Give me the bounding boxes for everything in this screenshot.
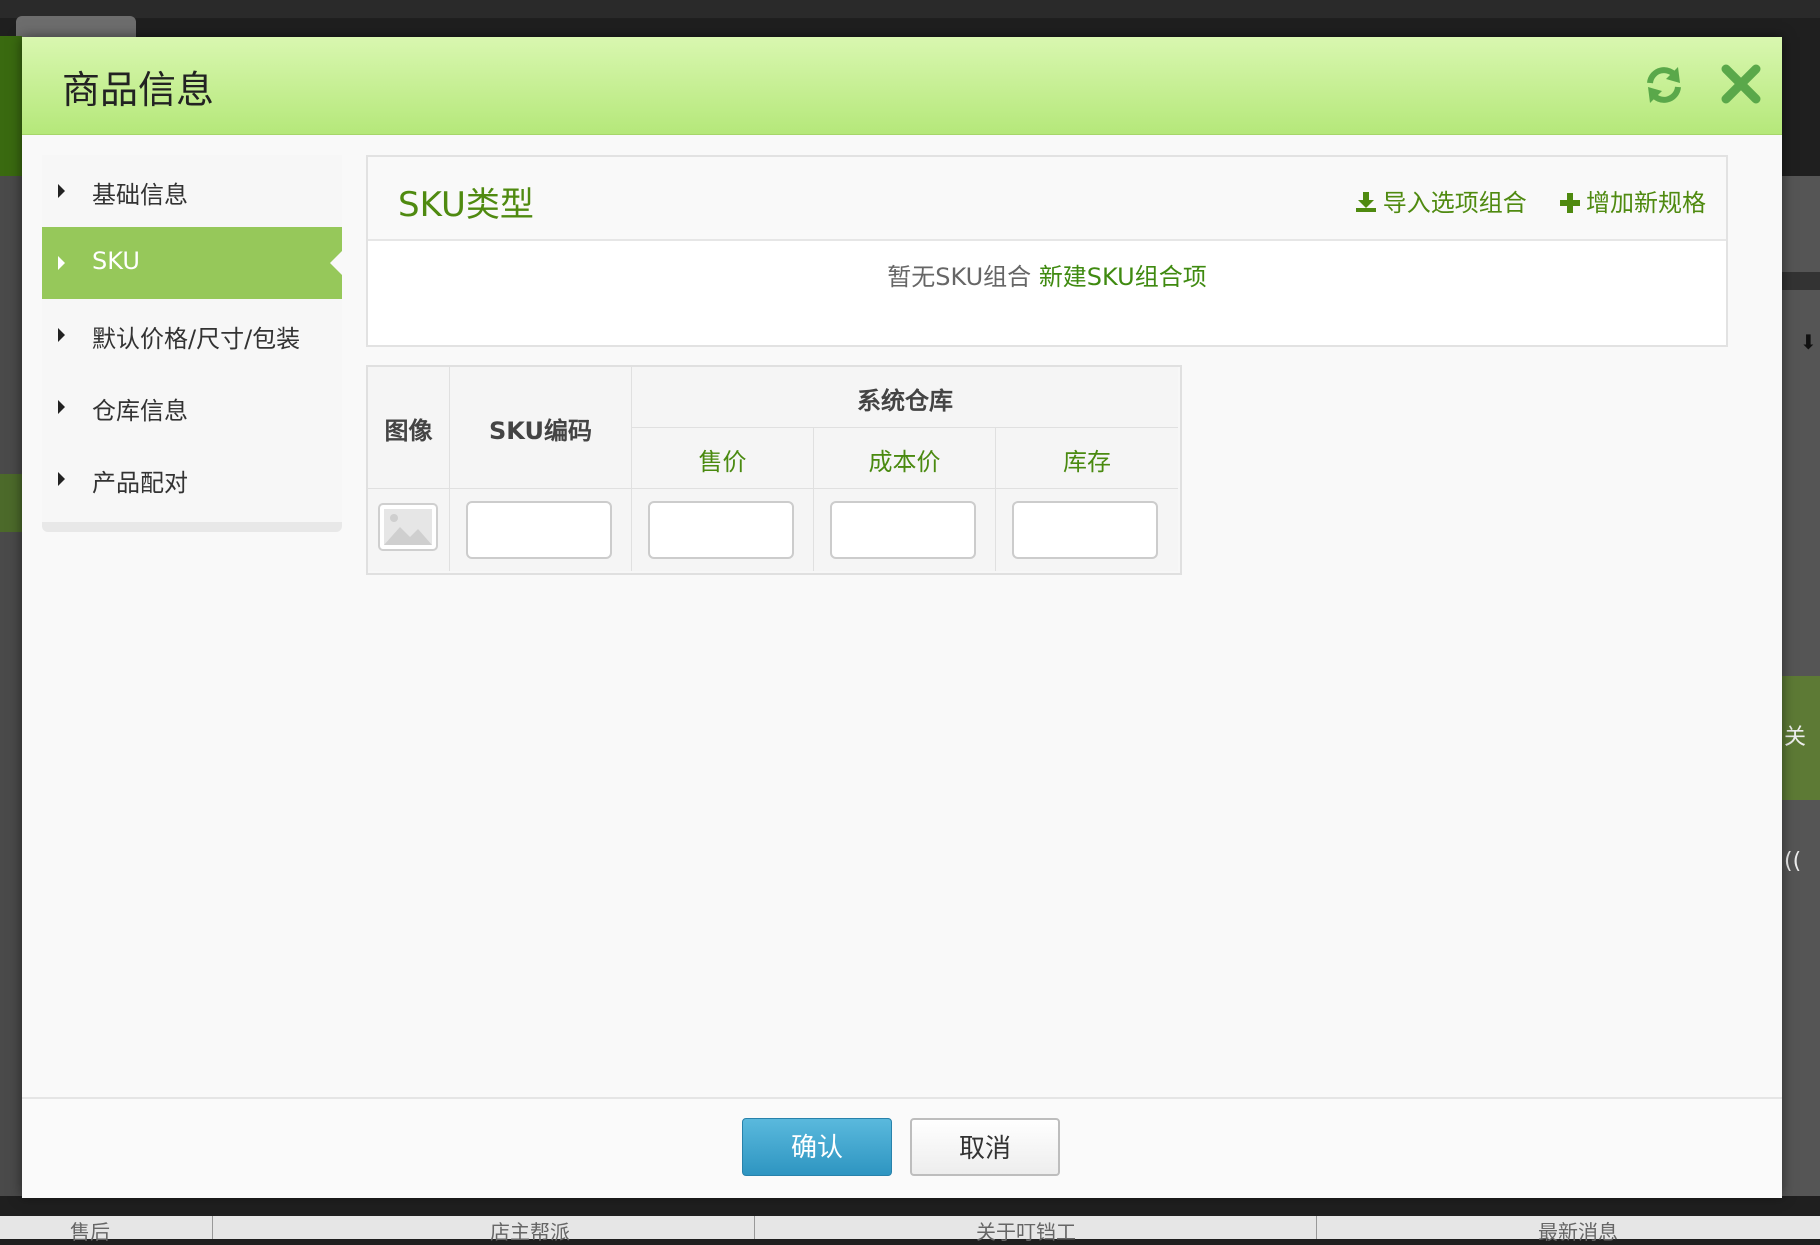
sidebar-item-sku[interactable]: SKU: [42, 227, 342, 300]
table-header-image: 图像: [368, 367, 450, 489]
sidebar-item-label: 产品配对: [92, 469, 188, 497]
add-spec-label: 增加新规格: [1586, 189, 1706, 217]
stock-input[interactable]: [1012, 501, 1158, 559]
sku-table: 图像 SKU编码 系统仓库 售价 成本价 库存: [366, 365, 1182, 575]
close-icon[interactable]: [1718, 61, 1764, 107]
sku-code-input[interactable]: [466, 501, 612, 559]
header-label: 成本价: [868, 448, 941, 476]
active-indicator: [330, 251, 342, 275]
caret-right-icon: [58, 328, 65, 342]
create-sku-combination-link[interactable]: 新建SKU组合项: [1039, 263, 1207, 291]
table-header-stock: 库存: [996, 428, 1178, 489]
header-label: SKU编码: [489, 417, 592, 445]
table-row-image-cell: [368, 489, 450, 571]
image-placeholder-icon[interactable]: [378, 503, 438, 551]
sku-type-title: SKU类型: [398, 185, 534, 225]
background-right-band: [1782, 272, 1820, 290]
sidebar-item-label: SKU: [92, 247, 140, 275]
import-options-link[interactable]: 导入选项组合: [1355, 189, 1535, 217]
background-right-green-button: 关((: [1782, 676, 1820, 874]
background-bottom-item: 售后: [70, 1220, 110, 1244]
divider: [1316, 1216, 1317, 1239]
confirm-button[interactable]: 确认: [742, 1118, 892, 1176]
empty-sku-text: 暂无SKU组合: [887, 263, 1032, 291]
header-label: 系统仓库: [857, 387, 953, 415]
background-download-icon: ⬇: [1800, 330, 1817, 354]
background-top-bar: [0, 0, 1820, 18]
background-bottom-item: 关于叮铛工: [976, 1220, 1076, 1244]
price-input[interactable]: [648, 501, 794, 559]
table-header-price: 售价: [632, 428, 814, 489]
divider: [754, 1216, 755, 1239]
cancel-button[interactable]: 取消: [910, 1118, 1060, 1176]
empty-sku-message: 暂无SKU组合 新建SKU组合项: [368, 257, 1726, 292]
background-bottom-item: 店主帮派: [490, 1220, 570, 1244]
table-row-stock-cell: [996, 489, 1178, 571]
background-green-edge: [0, 36, 22, 176]
sidebar-item-default-price[interactable]: 默认价格/尺寸/包装: [42, 299, 342, 372]
table-header-cost: 成本价: [814, 428, 996, 489]
header-label: 售价: [698, 448, 747, 476]
table-row-code-cell: [450, 489, 632, 571]
sku-type-header: SKU类型 导入选项组合 增加新规格: [368, 157, 1726, 241]
divider: [212, 1216, 213, 1239]
sidebar-item-label: 默认价格/尺寸/包装: [92, 325, 301, 353]
table-row-cost-cell: [814, 489, 996, 571]
background-left-strip: [0, 176, 22, 1196]
sidebar-item-basic-info[interactable]: 基础信息: [42, 155, 342, 228]
table-row-price-cell: [632, 489, 814, 571]
sidebar-item-label: 仓库信息: [92, 397, 188, 425]
import-options-label: 导入选项组合: [1382, 189, 1527, 217]
caret-right-icon: [58, 400, 65, 414]
download-icon: [1355, 192, 1376, 212]
background-bottom-item: 最新消息: [1538, 1220, 1618, 1244]
sku-type-panel: SKU类型 导入选项组合 增加新规格 暂无SKU组合 新建SKU组合项: [366, 155, 1728, 347]
table-header-system-warehouse: 系统仓库: [632, 367, 1178, 428]
product-info-dialog: 商品信息 基础信息 SKU 默认价格/尺寸/包装 仓库信息 产品配对 SKU类型…: [22, 37, 1782, 1198]
refresh-icon[interactable]: [1642, 63, 1686, 107]
caret-right-icon: [58, 472, 65, 486]
dialog-header: 商品信息: [22, 37, 1782, 135]
sidebar-item-product-pairing[interactable]: 产品配对: [42, 443, 342, 515]
header-label: 库存: [1063, 448, 1111, 476]
sidebar: 基础信息 SKU 默认价格/尺寸/包装 仓库信息 产品配对: [42, 155, 342, 532]
dialog-title: 商品信息: [62, 68, 215, 112]
header-label: 图像: [384, 417, 433, 445]
dialog-footer: 确认 取消: [22, 1097, 1782, 1198]
cost-input[interactable]: [830, 501, 976, 559]
sidebar-list: 基础信息 SKU 默认价格/尺寸/包装 仓库信息 产品配对: [42, 155, 342, 522]
sidebar-item-warehouse[interactable]: 仓库信息: [42, 371, 342, 444]
background-left-green: [0, 474, 22, 532]
plus-icon: [1560, 193, 1580, 213]
caret-right-icon: [58, 256, 65, 270]
sidebar-item-label: 基础信息: [92, 181, 188, 209]
sku-type-actions: 导入选项组合 增加新规格: [1355, 183, 1706, 218]
background-bottom-bar: 售后 店主帮派 关于叮铛工 最新消息: [0, 1216, 1820, 1244]
table-header-sku-code: SKU编码: [450, 367, 632, 489]
caret-right-icon: [58, 184, 65, 198]
add-spec-link[interactable]: 增加新规格: [1560, 189, 1706, 217]
